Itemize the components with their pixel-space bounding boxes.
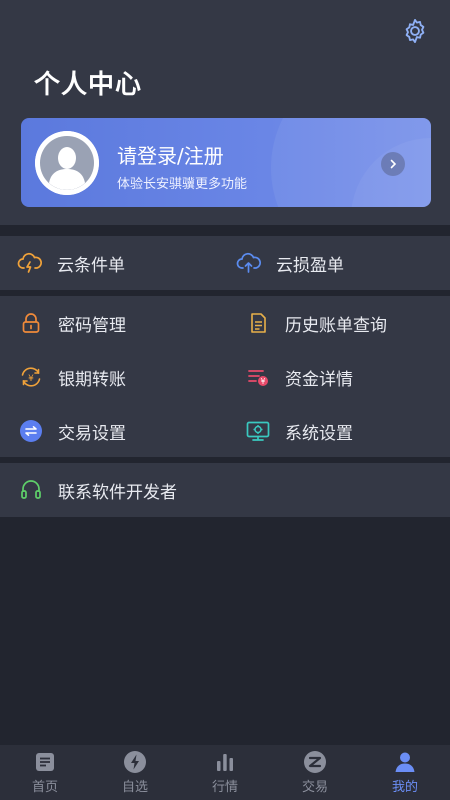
menu-item-contact-developer[interactable]: 联系软件开发者: [18, 470, 177, 510]
menu-item-system-settings[interactable]: 系统设置: [245, 411, 353, 451]
menu-item-cloud-condition[interactable]: 云条件单: [17, 243, 125, 283]
menu-item-label: 银期转账: [58, 369, 126, 390]
lightning-icon: [123, 750, 147, 774]
tab-market[interactable]: 行情: [180, 745, 270, 800]
menu-item-bank-transfer[interactable]: ¥ 银期转账: [18, 357, 126, 397]
chevron-right-icon: [381, 152, 405, 176]
avatar[interactable]: [35, 131, 99, 195]
tab-label: 首页: [31, 780, 58, 795]
default-avatar-icon: [35, 131, 99, 195]
login-title: 请登录/注册: [117, 144, 224, 168]
tab-mine[interactable]: 我的: [360, 745, 450, 800]
monitor-icon: [245, 418, 271, 444]
cloud-lightning-icon: [17, 250, 43, 276]
menu-item-history-bill[interactable]: 历史账单查询: [245, 303, 387, 343]
person-icon: [393, 750, 417, 774]
svg-text:¥: ¥: [28, 374, 34, 384]
bar-chart-icon: [213, 750, 237, 774]
menu-item-label: 云条件单: [57, 255, 125, 276]
tab-label: 行情: [211, 780, 238, 795]
menu-item-label: 交易设置: [58, 423, 126, 444]
svg-text:¥: ¥: [261, 377, 266, 386]
home-icon: [33, 750, 57, 774]
menu-item-fund-details[interactable]: ¥ 资金详情: [245, 357, 353, 397]
yen-exchange-icon: ¥: [18, 364, 44, 390]
trade-icon: [303, 750, 327, 774]
menu-item-label: 系统设置: [285, 423, 353, 444]
menu-item-label: 历史账单查询: [285, 315, 387, 336]
headset-icon: [18, 477, 44, 503]
settings-button[interactable]: [398, 14, 432, 48]
fund-list-icon: ¥: [245, 364, 271, 390]
tab-watchlist[interactable]: 自选: [90, 745, 180, 800]
gear-icon: [405, 18, 425, 44]
cloud-upload-icon: [236, 250, 262, 276]
menu-item-password[interactable]: 密码管理: [18, 303, 126, 343]
document-icon: [245, 310, 271, 336]
tab-label: 自选: [121, 780, 148, 795]
menu-item-cloud-stop-loss[interactable]: 云损盈单: [236, 243, 344, 283]
menu-item-label: 资金详情: [285, 369, 353, 390]
tab-home[interactable]: 首页: [0, 745, 90, 800]
menu-item-trade-settings[interactable]: 交易设置: [18, 411, 126, 451]
menu-item-label: 云损盈单: [276, 255, 344, 276]
tab-label: 交易: [301, 780, 328, 795]
login-subtitle: 体验长安骐骥更多功能: [117, 177, 248, 192]
login-card[interactable]: 请登录/注册 体验长安骐骥更多功能: [21, 118, 431, 207]
page-title: 个人中心: [34, 70, 143, 100]
menu-item-label: 联系软件开发者: [58, 482, 177, 503]
bottom-tab-bar: 首页 自选 行情 交易 我的: [0, 745, 450, 800]
tab-label: 我的: [391, 780, 418, 795]
menu-item-label: 密码管理: [58, 315, 126, 336]
lock-icon: [18, 310, 44, 336]
tab-trade[interactable]: 交易: [270, 745, 360, 800]
exchange-icon: [18, 418, 44, 444]
